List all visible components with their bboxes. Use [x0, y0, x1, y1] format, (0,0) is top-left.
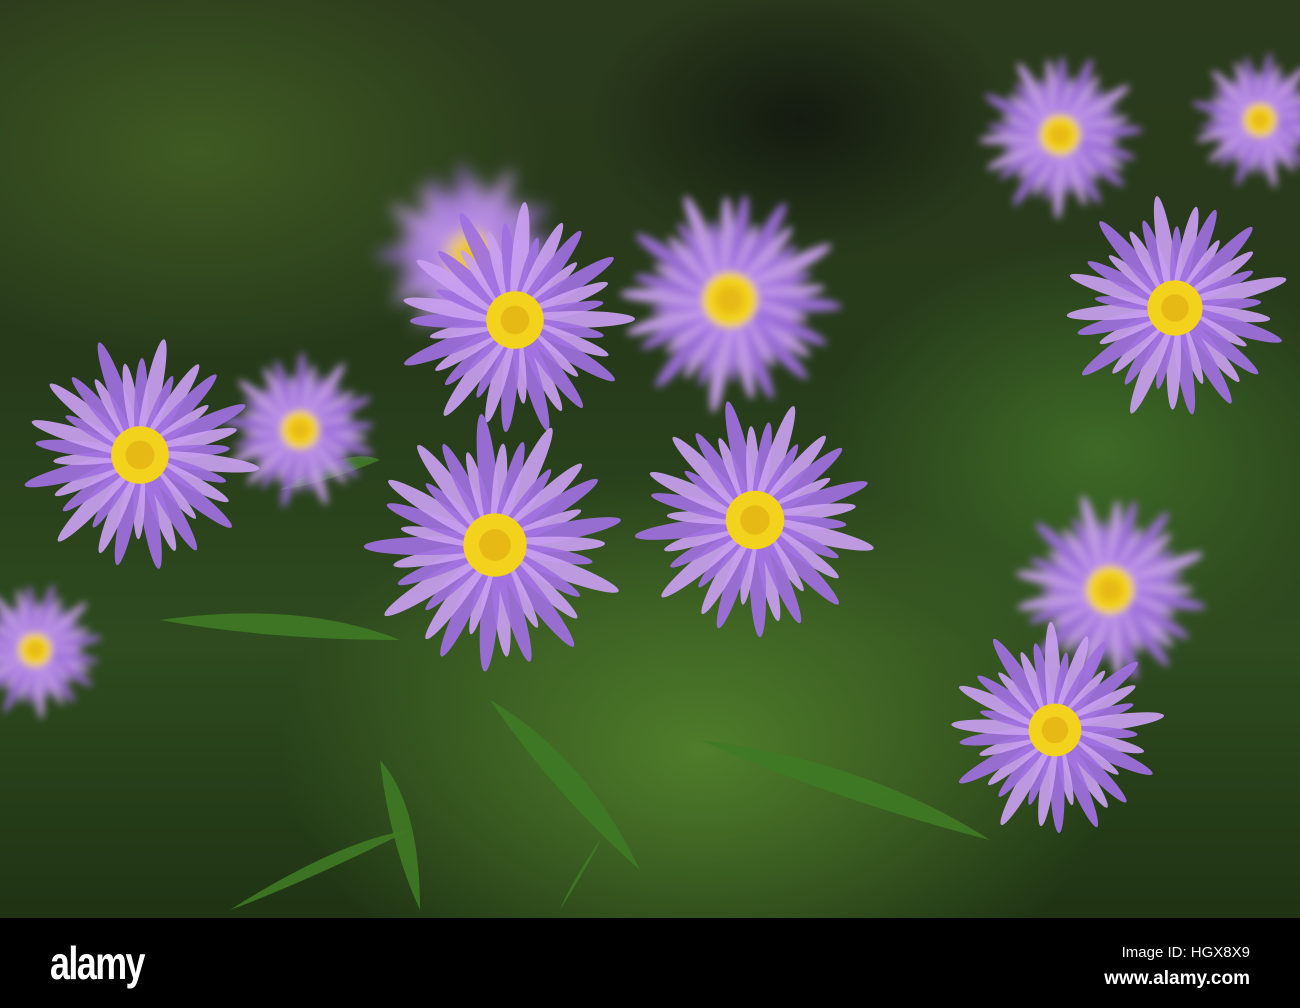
- footer-bar: alamy Image ID: HGX8X9 www.alamy.com: [0, 918, 1300, 1008]
- leaf: [490, 700, 640, 870]
- aster-flower: [220, 352, 374, 508]
- alamy-logo: alamy: [50, 937, 146, 989]
- aster-flower: [0, 584, 102, 720]
- leaf: [230, 830, 410, 910]
- leaf: [700, 740, 990, 840]
- aster-flower: [24, 339, 260, 569]
- aster-flower: [634, 401, 874, 638]
- aster-flower: [1066, 196, 1287, 415]
- leaf: [160, 613, 400, 640]
- site-url[interactable]: www.alamy.com: [1104, 968, 1250, 990]
- flower-scene: [0, 52, 1300, 910]
- aster-flower: [620, 195, 842, 413]
- aster-flower: [978, 56, 1143, 220]
- aster-flower: [1192, 52, 1300, 188]
- image-id: Image ID: HGX8X9: [1121, 944, 1250, 961]
- aster-flower: [363, 413, 621, 672]
- aster-flowers-photo: [0, 0, 1300, 918]
- leaf: [560, 840, 600, 910]
